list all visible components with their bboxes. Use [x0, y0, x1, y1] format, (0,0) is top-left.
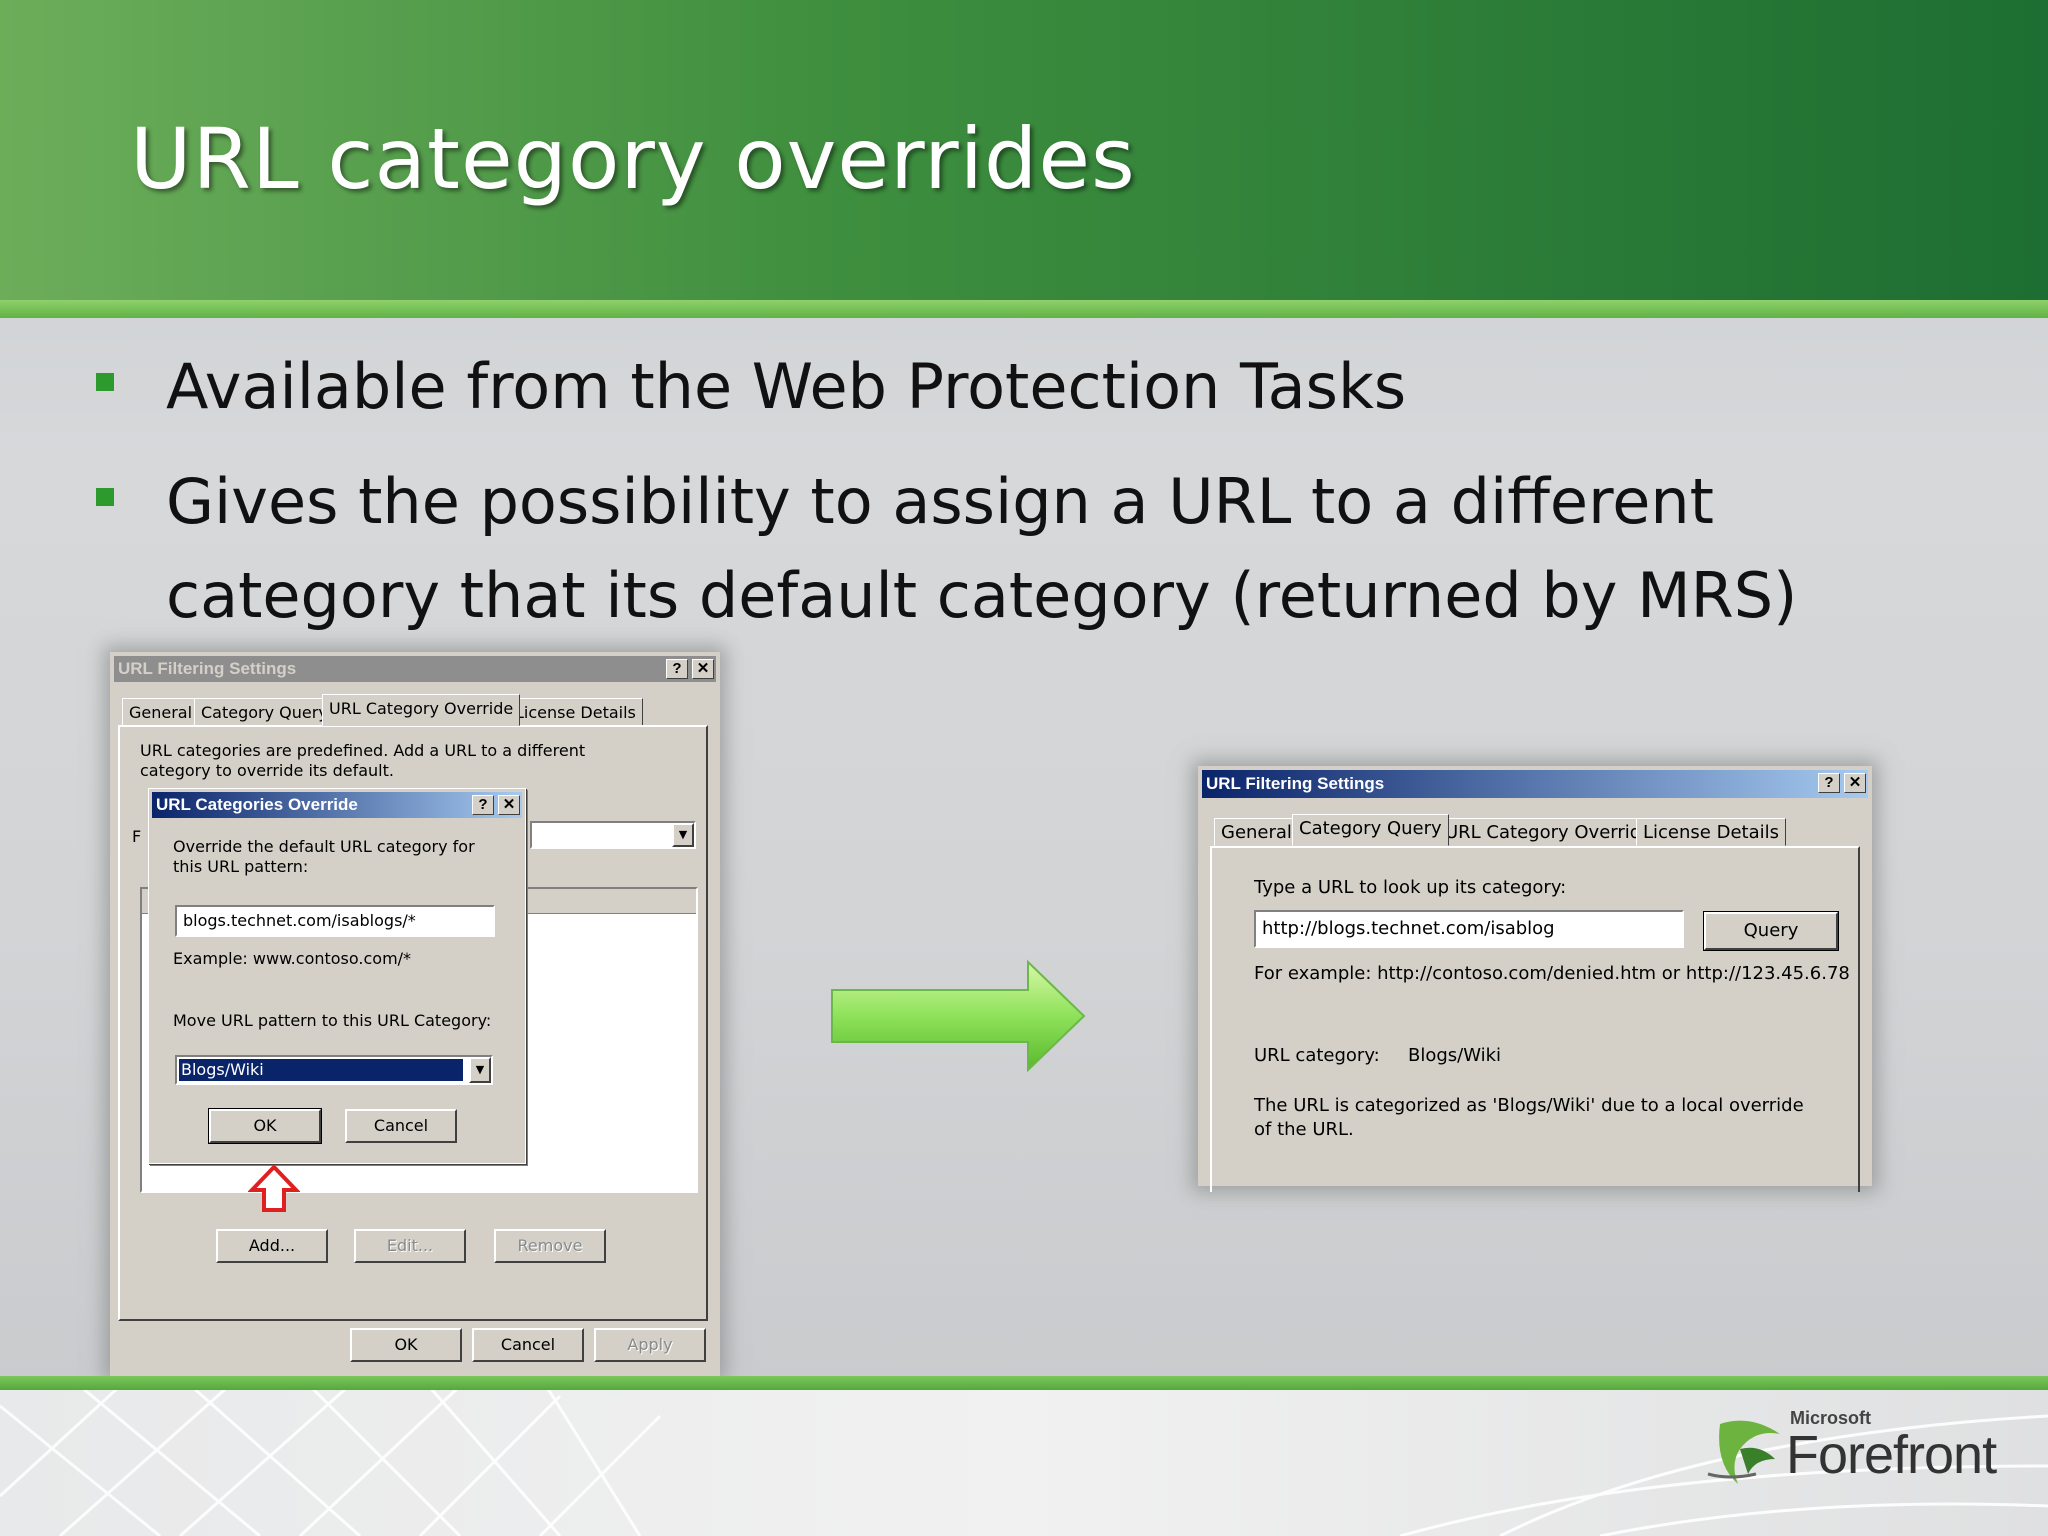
dialog-title: URL Filtering Settings [1206, 774, 1385, 793]
tab-license-details[interactable]: License Details [1636, 818, 1786, 846]
red-up-arrow-icon [248, 1164, 300, 1212]
tab-general[interactable]: General [122, 698, 200, 726]
instruction-text: Override the default URL category for th… [173, 837, 475, 876]
cancel-button[interactable]: Cancel [345, 1109, 457, 1143]
bullet-item: Available from the Web Protection Tasks [96, 340, 1976, 440]
category-select[interactable]: Blogs/Wiki [175, 1055, 493, 1085]
edit-button[interactable]: Edit... [354, 1229, 466, 1263]
tab-url-category-override[interactable]: URL Category Override [322, 694, 521, 726]
cancel-button[interactable]: Cancel [472, 1328, 584, 1362]
tab-url-category-override[interactable]: URL Category Override [1438, 818, 1660, 846]
close-button[interactable]: ✕ [692, 659, 714, 679]
ok-button[interactable]: OK [350, 1328, 462, 1362]
tab-general[interactable]: General [1214, 818, 1299, 846]
dialog-title: URL Filtering Settings [118, 659, 297, 678]
partially-hidden-label: F [132, 827, 142, 846]
slide-title: URL category overrides [130, 110, 1136, 208]
dialog-titlebar: URL Filtering Settings ? ✕ [1202, 770, 1868, 798]
remove-button[interactable]: Remove [494, 1229, 606, 1263]
example-text: For example: http://contoso.com/denied.h… [1254, 963, 1850, 984]
bullet-marker [96, 373, 114, 391]
query-button[interactable]: Query [1703, 911, 1839, 951]
green-right-arrow-icon [831, 959, 1086, 1073]
close-button[interactable]: ✕ [1844, 773, 1866, 793]
ok-button[interactable]: OK [208, 1108, 322, 1144]
chevron-down-icon[interactable]: ▼ [469, 1057, 491, 1083]
result-text: The URL is categorized as 'Blogs/Wiki' d… [1254, 1095, 1804, 1140]
forefront-logo-icon [1707, 1420, 1780, 1484]
header-stripe [0, 300, 2048, 318]
add-button[interactable]: Add... [216, 1229, 328, 1263]
help-button[interactable]: ? [666, 659, 688, 679]
help-button[interactable]: ? [472, 795, 494, 815]
bullet-item: Gives the possibility to assign a URL to… [96, 455, 1976, 655]
tab-category-query[interactable]: Category Query [1292, 814, 1449, 846]
bullet-text: Available from the Web Protection Tasks [166, 350, 1407, 423]
footer-stripe [0, 1376, 2048, 1390]
bullet-marker [96, 488, 114, 506]
apply-button[interactable]: Apply [594, 1328, 706, 1362]
example-text: Example: www.contoso.com/* [173, 949, 412, 968]
logo-product: Forefront [1786, 1425, 1997, 1485]
dialog-title: URL Categories Override [156, 795, 358, 814]
bullet-text: Gives the possibility to assign a URL to… [166, 465, 1798, 632]
url-pattern-field[interactable]: blogs.technet.com/isablogs/* [175, 905, 495, 937]
close-button[interactable]: ✕ [498, 795, 520, 815]
tab-panel: Type a URL to look up its category: http… [1210, 846, 1860, 1192]
help-button[interactable]: ? [1818, 773, 1840, 793]
description-text: URL categories are predefined. Add a URL… [140, 741, 586, 780]
url-category-label: URL category: [1254, 1045, 1380, 1066]
url-lookup-field[interactable]: http://blogs.technet.com/isablog [1254, 910, 1684, 948]
dialog-titlebar: URL Categories Override ? ✕ [152, 792, 522, 818]
tab-category-query[interactable]: Category Query [194, 698, 335, 726]
url-category-value: Blogs/Wiki [1408, 1045, 1502, 1066]
category-select-value: Blogs/Wiki [179, 1059, 463, 1081]
url-filtering-settings-dialog-query: URL Filtering Settings ? ✕ General Categ… [1198, 766, 1872, 1192]
tab-license-details[interactable]: License Details [508, 698, 643, 726]
chevron-down-icon[interactable]: ▼ [672, 823, 694, 847]
forefront-logo: Microsoft Forefront [1700, 1400, 2020, 1490]
dialog-titlebar: URL Filtering Settings ? ✕ [114, 656, 716, 682]
lookup-prompt: Type a URL to look up its category: [1254, 877, 1567, 898]
url-categories-override-dialog: URL Categories Override ? ✕ Override the… [148, 788, 526, 1164]
move-pattern-label: Move URL pattern to this URL Category: [173, 1011, 492, 1030]
